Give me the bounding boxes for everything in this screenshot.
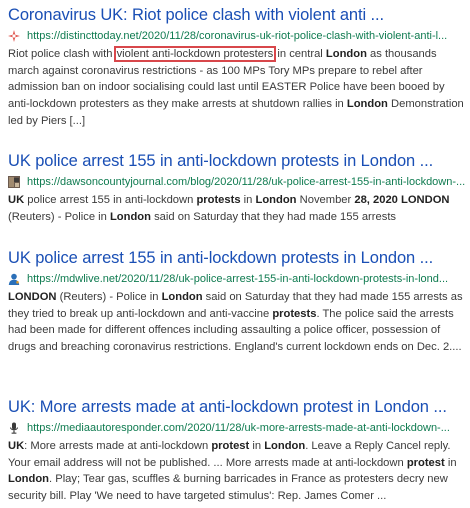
result-title-link[interactable]: UK: More arrests made at anti-lockdown p… <box>8 396 466 418</box>
snippet-text: Riot police clash with <box>8 48 116 60</box>
bold-keyword: protest <box>211 440 250 452</box>
result-url-link[interactable]: https://mediaautoresponder.com/2020/11/2… <box>27 419 466 437</box>
microphone-icon <box>9 422 19 434</box>
result-url-link[interactable]: https://mdwlive.net/2020/11/28/uk-police… <box>27 270 466 288</box>
snippet-text: (Reuters) - Police in <box>56 291 162 303</box>
result-snippet: UK police arrest 155 in anti-lockdown pr… <box>8 192 466 225</box>
bold-keyword: London <box>161 291 203 303</box>
result-snippet: LONDON (Reuters) - Police in London said… <box>8 289 466 356</box>
bold-keyword: UK <box>8 194 25 206</box>
result-snippet: Riot police clash with violent anti-lock… <box>8 46 466 130</box>
bold-keyword: London <box>109 210 151 223</box>
result-title-link[interactable]: UK police arrest 155 in anti-lockdown pr… <box>8 247 466 269</box>
bold-keyword: London <box>255 194 297 206</box>
snippet-text: in <box>444 456 457 469</box>
search-result: Coronavirus UK: Riot police clash with v… <box>8 4 466 130</box>
bold-keyword: 28, 2020 LONDON <box>354 194 450 206</box>
snippet-text: in central <box>274 48 326 60</box>
result-url-link[interactable]: https://dawsoncountyjournal.com/blog/202… <box>27 173 466 191</box>
snippet-text: police arrest 155 in anti-lockdown <box>24 194 197 206</box>
bold-keyword: LONDON <box>8 291 57 303</box>
snippet-text: in <box>240 194 256 206</box>
photo-icon <box>8 176 20 188</box>
bold-keyword: London <box>346 98 388 111</box>
bold-keyword: protests <box>272 307 317 320</box>
compass-icon <box>8 30 20 42</box>
user-icon <box>8 273 20 285</box>
search-result: UK: More arrests made at anti-lockdown p… <box>8 396 466 505</box>
snippet-text: in <box>249 440 265 452</box>
bold-keyword: London <box>264 440 306 452</box>
search-result: UK police arrest 155 in anti-lockdown pr… <box>8 247 466 356</box>
snippet-text: (Reuters) - Police in <box>8 210 110 223</box>
result-url-row: https://dawsoncountyjournal.com/blog/202… <box>8 173 466 191</box>
result-url-row: https://mdwlive.net/2020/11/28/uk-police… <box>8 270 466 288</box>
result-snippet: UK: More arrests made at anti-lockdown p… <box>8 438 466 505</box>
result-url-row: https://distincttoday.net/2020/11/28/cor… <box>8 27 466 45</box>
bold-keyword: protests <box>196 194 241 206</box>
bold-keyword: UK <box>8 440 25 452</box>
snippet-text: said on Saturday that they had made 155 … <box>150 210 397 223</box>
snippet-text: . Play; Tear gas, scuffles & burning bar… <box>8 473 448 503</box>
snippet-text: : More arrests made at anti-lockdown <box>24 440 212 452</box>
result-title-link[interactable]: Coronavirus UK: Riot police clash with v… <box>8 4 466 26</box>
result-url-link[interactable]: https://distincttoday.net/2020/11/28/cor… <box>27 27 466 45</box>
result-url-row: https://mediaautoresponder.com/2020/11/2… <box>8 419 466 437</box>
search-result: UK police arrest 155 in anti-lockdown pr… <box>8 150 466 225</box>
highlighted-text: violent anti-lockdown protesters <box>113 46 277 62</box>
snippet-text: November <box>296 194 355 206</box>
bold-keyword: protest <box>406 456 445 469</box>
bold-keyword: London <box>8 473 50 486</box>
bold-keyword: London <box>325 48 367 60</box>
result-title-link[interactable]: UK police arrest 155 in anti-lockdown pr… <box>8 150 466 172</box>
